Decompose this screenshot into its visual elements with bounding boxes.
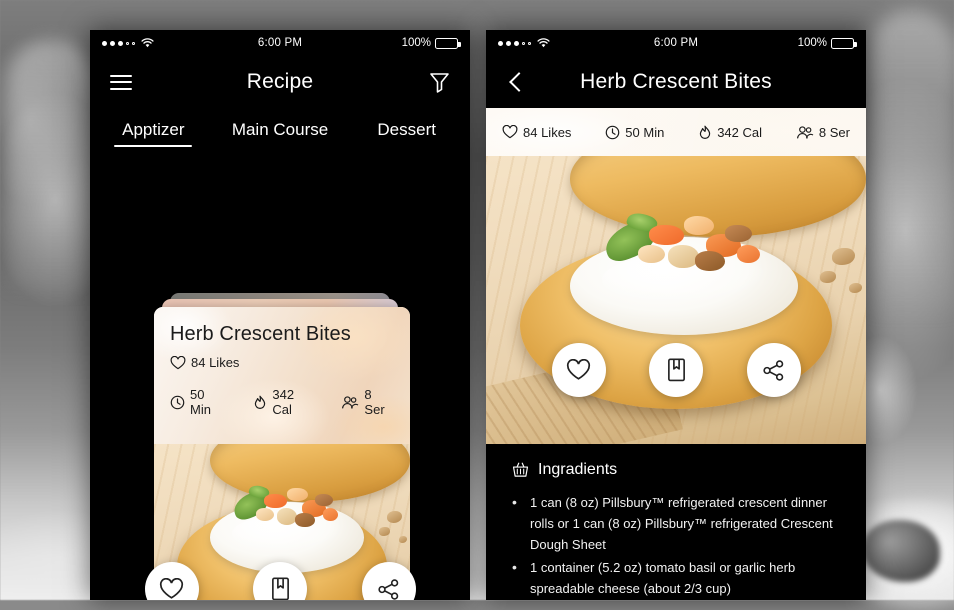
stat-time-label: 50 Min [625, 124, 665, 140]
wifi-icon [537, 38, 550, 48]
ingredients-heading-label: Ingradients [538, 461, 618, 478]
recipe-card-info: Herb Crescent Bites 84 Likes 50 Min 342 … [154, 307, 410, 444]
filter-funnel-icon [429, 71, 450, 93]
recipe-stats-row: 50 Min 342 Cal 8 Ser [170, 387, 394, 417]
bookmark-button[interactable] [649, 343, 703, 397]
filter-button[interactable] [424, 67, 454, 97]
share-button[interactable] [361, 562, 416, 601]
clock-icon [605, 125, 620, 140]
signal-strength-icon [102, 40, 135, 46]
heart-icon [170, 355, 186, 370]
share-button[interactable] [746, 343, 801, 397]
ingredients-section: Ingradients 1 can (8 oz) Pillsbury™ refr… [486, 444, 866, 600]
recipe-meta-bar: 84 Likes 50 Min 342 Cal 8 Ser [486, 108, 866, 156]
chevron-left-icon [509, 72, 529, 92]
status-bar: 6:00 PM 100% [90, 30, 470, 56]
hamburger-icon [110, 74, 132, 90]
battery-icon [435, 37, 461, 49]
flame-icon [698, 125, 712, 140]
stat-likes: 84 Likes [170, 355, 239, 370]
list-item: 1 can (8 oz) Pillsbury™ refrigerated cre… [512, 491, 842, 555]
nav-bar: Herb Crescent Bites [486, 56, 866, 108]
tab-main-course[interactable]: Main Course [217, 120, 344, 147]
stat-time: 50 Min [170, 387, 227, 417]
battery-status: 100% [797, 37, 857, 49]
stat-likes-label: 84 Likes [191, 355, 240, 370]
recipe-hero-photo [486, 156, 866, 444]
menu-button[interactable] [106, 67, 136, 97]
back-button[interactable] [502, 67, 532, 97]
share-icon [762, 359, 785, 382]
stat-servings: 8 Ser [796, 125, 850, 140]
bookmark-button[interactable] [253, 562, 307, 600]
people-icon [341, 395, 359, 410]
action-button-row [90, 562, 470, 600]
tab-apptizer[interactable]: Apptizer [90, 120, 217, 147]
list-item: 1 container (5.2 oz) tomato basil or gar… [512, 556, 842, 599]
stat-calories-label: 342 Cal [272, 387, 295, 417]
favorite-button[interactable] [144, 562, 199, 600]
share-icon [377, 578, 400, 601]
stat-likes: 84 Likes [502, 125, 571, 140]
stat-time: 50 Min [605, 125, 664, 140]
status-bar: 6:00 PM 100% [486, 30, 866, 56]
stat-servings-label: 8 Ser [818, 124, 850, 140]
heart-icon [502, 125, 518, 139]
people-icon [796, 125, 814, 140]
nav-bar: Recipe [90, 56, 470, 108]
ingredients-heading: Ingradients [512, 461, 842, 479]
phone-screen-recipe-list: 6:00 PM 100% Recipe Apptizer Main Course… [90, 30, 470, 600]
recipe-title: Herb Crescent Bites [170, 323, 351, 345]
favorite-button[interactable] [551, 343, 606, 397]
tab-label: Apptizer [122, 120, 185, 139]
stat-time-label: 50 Min [190, 387, 211, 417]
action-button-row [486, 343, 866, 397]
heart-icon [159, 578, 184, 600]
wifi-icon [141, 38, 154, 48]
stat-calories: 342 Cal [253, 387, 315, 417]
basket-icon [512, 462, 529, 478]
stat-calories: 342 Cal [698, 125, 762, 140]
battery-icon [831, 37, 857, 49]
recipe-likes-row: 84 Likes [170, 355, 394, 370]
stat-servings: 8 Ser [341, 387, 394, 417]
tab-dessert[interactable]: Dessert [343, 120, 470, 147]
flame-icon [253, 395, 267, 410]
category-tabs: Apptizer Main Course Dessert [90, 108, 470, 147]
heart-icon [566, 359, 591, 381]
recipe-card[interactable]: Herb Crescent Bites 84 Likes 50 Min 342 … [154, 307, 410, 600]
battery-percent-label: 100% [797, 37, 827, 49]
battery-percent-label: 100% [401, 37, 431, 49]
bookmark-icon [270, 577, 291, 600]
page-title: Herb Crescent Bites [580, 70, 772, 93]
phone-screen-recipe-detail: 6:00 PM 100% Herb Crescent Bites 84 Like… [486, 30, 866, 600]
stat-calories-label: 342 Cal [717, 124, 763, 140]
stat-likes-label: 84 Likes [523, 124, 572, 140]
tab-label: Dessert [377, 120, 436, 139]
recipe-card-area: Herb Crescent Bites 84 Likes 50 Min 342 … [90, 147, 470, 600]
page-title: Recipe [246, 70, 314, 93]
stat-servings-label: 8 Ser [364, 387, 385, 417]
tab-label: Main Course [231, 120, 329, 139]
clock-icon [170, 395, 185, 410]
ingredients-list: 1 can (8 oz) Pillsbury™ refrigerated cre… [512, 491, 842, 600]
battery-status: 100% [401, 37, 461, 49]
signal-strength-icon [498, 40, 531, 46]
bookmark-icon [666, 358, 687, 382]
